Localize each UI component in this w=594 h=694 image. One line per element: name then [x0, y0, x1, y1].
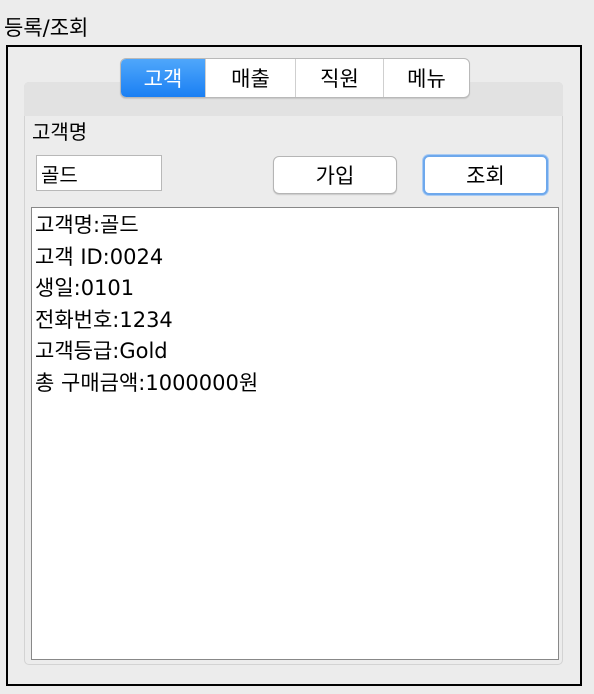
result-line-customer-id: 고객 ID:0024 — [35, 244, 164, 269]
query-button[interactable]: 조회 — [423, 155, 548, 195]
result-text-area[interactable]: 고객명:골드 고객 ID:0024 생일:0101 전화번호:1234 고객등급… — [31, 207, 559, 660]
customer-name-input[interactable] — [36, 155, 162, 191]
result-line-phone: 전화번호:1234 — [35, 307, 173, 332]
result-line-birthday: 생일:0101 — [35, 276, 135, 300]
tab-bar: 고객 매출 직원 메뉴 — [120, 58, 470, 98]
tab-sales[interactable]: 매출 — [205, 59, 295, 97]
result-line-customer-name: 고객명:골드 — [35, 213, 139, 237]
join-button[interactable]: 가입 — [273, 156, 397, 194]
customer-name-label: 고객명 — [32, 120, 88, 144]
result-line-grade: 고객등급:Gold — [35, 339, 168, 363]
group-title: 등록/조회 — [4, 16, 91, 40]
tab-staff[interactable]: 직원 — [295, 59, 383, 97]
tab-menu[interactable]: 메뉴 — [383, 59, 469, 97]
tab-customer[interactable]: 고객 — [121, 59, 205, 97]
result-line-total-purchase: 총 구매금액:1000000원 — [35, 370, 259, 395]
